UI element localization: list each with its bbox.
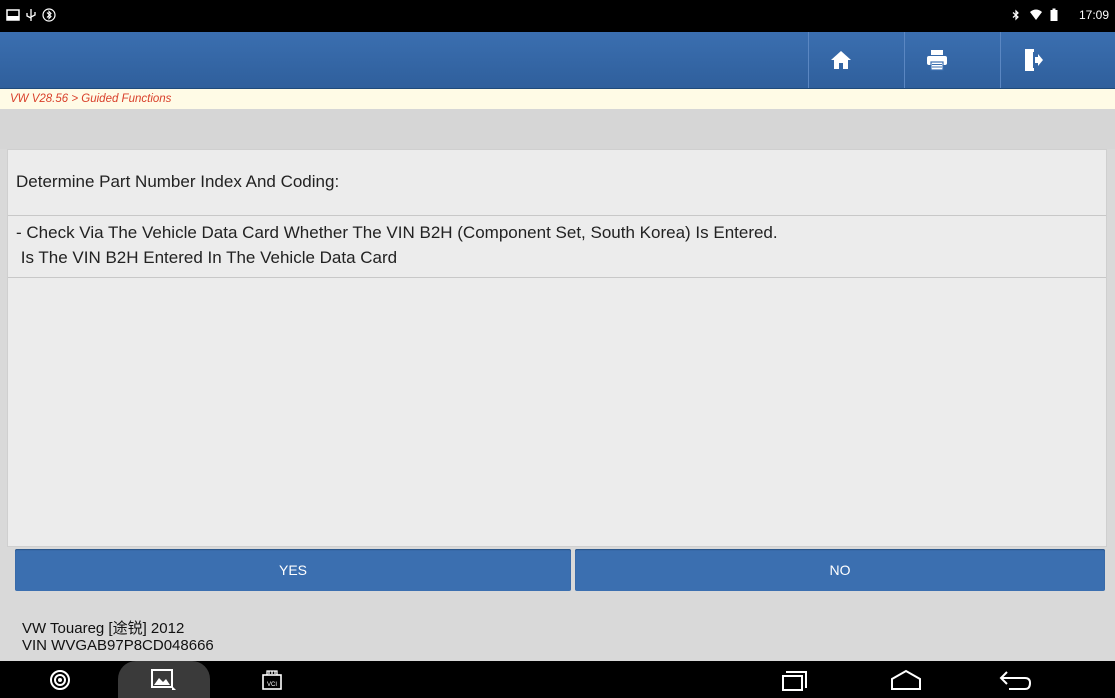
home-button[interactable] — [809, 32, 873, 88]
exit-button[interactable] — [1001, 32, 1065, 88]
home-icon — [831, 51, 851, 69]
clock: 17:09 — [1078, 8, 1109, 22]
bluetooth-icon — [42, 8, 56, 22]
navigation-bar: VCI — [0, 661, 1115, 698]
exit-icon — [1025, 49, 1043, 71]
toolbar — [0, 32, 1115, 89]
print-icon — [927, 50, 947, 71]
back-icon — [999, 670, 1032, 690]
recent-apps-icon — [782, 670, 807, 691]
gallery-button[interactable] — [118, 661, 210, 698]
usb-icon — [26, 9, 36, 21]
content-panel: Determine Part Number Index And Coding: … — [7, 149, 1107, 547]
bluetooth-icon — [1012, 9, 1019, 21]
description-line-2: Is The VIN B2H Entered In The Vehicle Da… — [16, 248, 398, 267]
wifi-icon — [1030, 9, 1042, 20]
vci-button[interactable]: VCI — [252, 661, 292, 698]
vci-label: VCI — [267, 682, 277, 688]
screenshot-icon — [6, 9, 20, 21]
breadcrumb: VW V28.56 > Guided Functions — [0, 89, 1115, 109]
print-button[interactable] — [905, 32, 969, 88]
app-button[interactable] — [40, 661, 80, 698]
vehicle-name: VW Touareg [途锐] 2012 — [22, 620, 185, 637]
description-line-1: - Check Via The Vehicle Data Card Whethe… — [16, 223, 778, 242]
app-icon — [50, 669, 70, 690]
vehicle-info-footer: VW Touareg [途锐] 2012 VIN WVGAB97P8CD0486… — [0, 595, 1115, 661]
home-nav-button[interactable] — [884, 661, 928, 698]
status-bar: 17:09 — [0, 0, 1115, 32]
gallery-icon — [151, 668, 176, 690]
back-button[interactable] — [993, 661, 1037, 698]
battery-icon — [1050, 8, 1058, 21]
instruction-title: Determine Part Number Index And Coding: — [8, 150, 1106, 216]
no-button[interactable]: NO — [575, 549, 1105, 591]
instruction-description: - Check Via The Vehicle Data Card Whethe… — [8, 216, 1106, 278]
home-nav-icon — [891, 669, 921, 690]
recent-apps-button[interactable] — [775, 661, 815, 698]
header-spacer — [0, 109, 1115, 149]
yes-button[interactable]: YES — [15, 549, 571, 591]
vci-icon: VCI — [262, 669, 282, 690]
vin-number: VIN WVGAB97P8CD048666 — [22, 637, 214, 654]
